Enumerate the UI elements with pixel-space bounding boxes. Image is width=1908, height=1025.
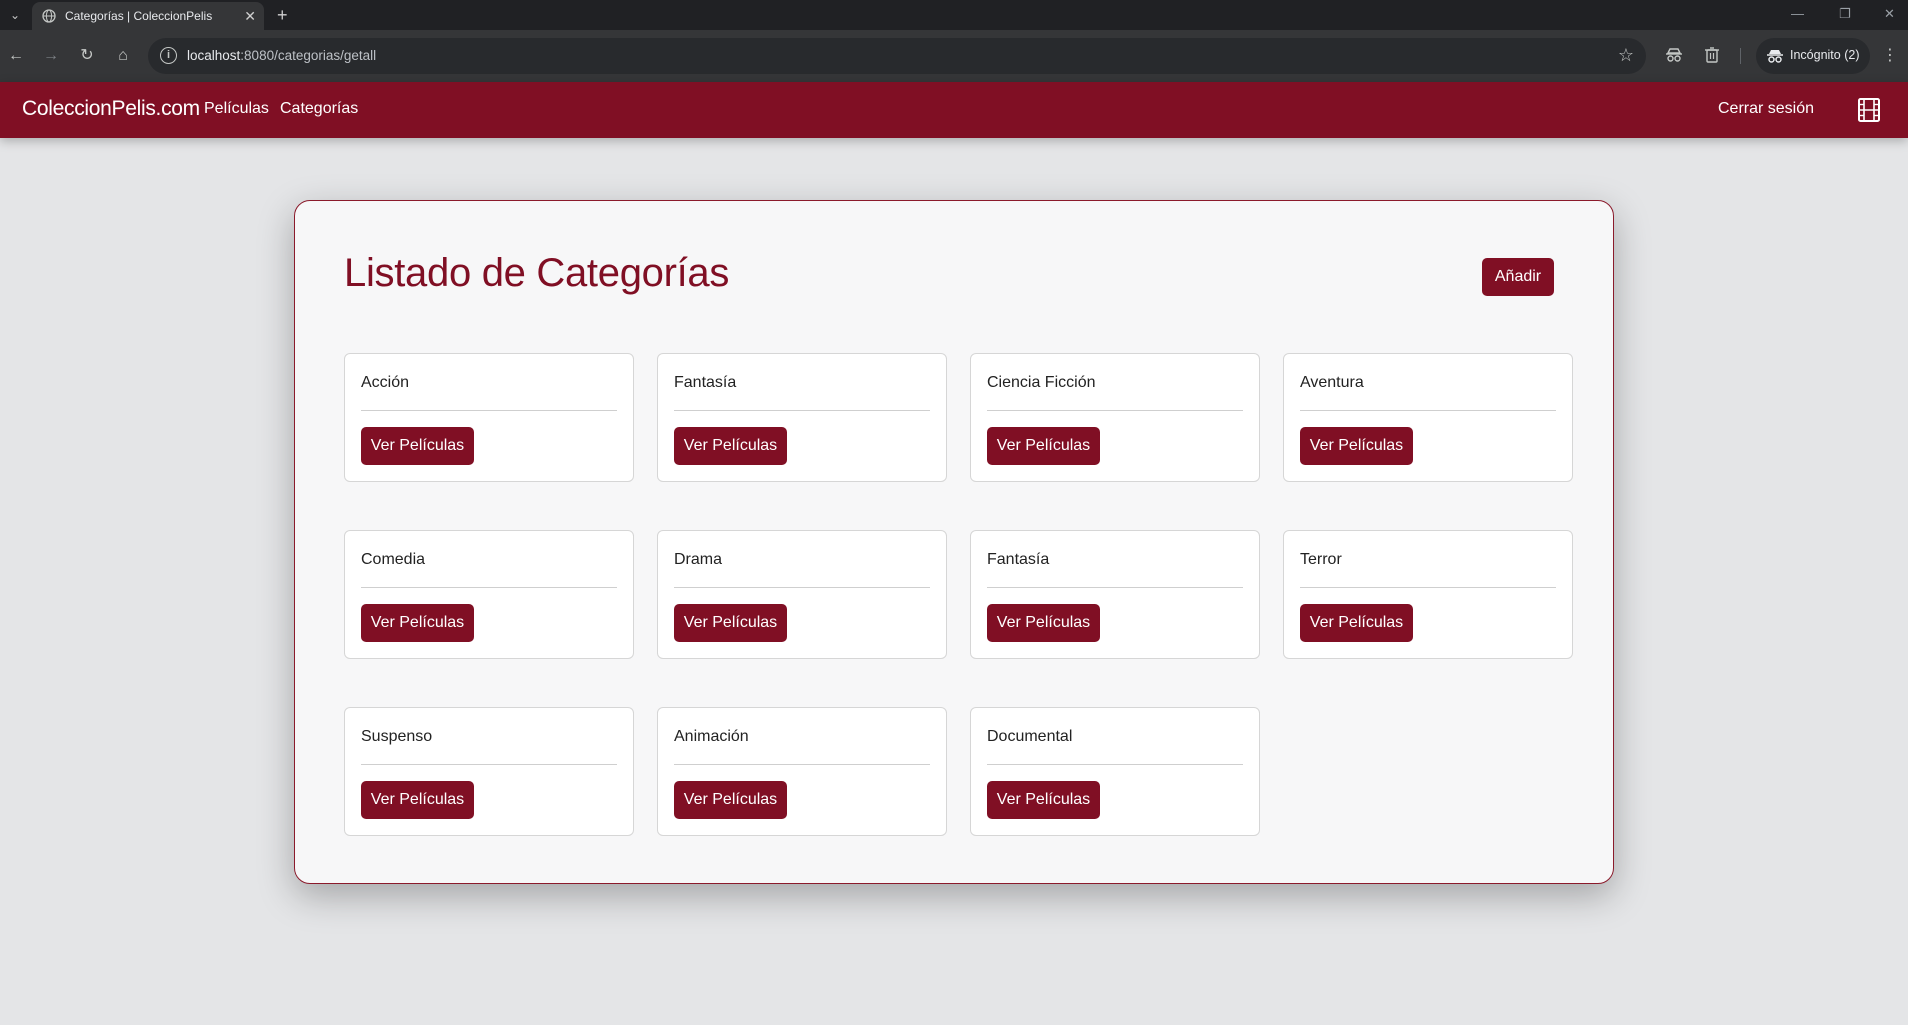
view-movies-button[interactable]: Ver Películas: [987, 427, 1100, 465]
incognito-icon: [1767, 50, 1783, 63]
card-divider: [361, 764, 617, 765]
category-name: Drama: [674, 551, 723, 568]
view-movies-button[interactable]: Ver Películas: [987, 604, 1100, 642]
category-grid: Acción Ver Películas Fantasía Ver Pelícu…: [344, 353, 1573, 836]
category-name: Fantasía: [674, 374, 737, 391]
brand-link[interactable]: ColeccionPelis.com: [22, 97, 200, 121]
card-divider: [1300, 410, 1556, 411]
address-bar[interactable]: i localhost:8080/categorias/getall ☆: [148, 38, 1646, 74]
more-menu-icon[interactable]: ⋮: [1882, 46, 1898, 66]
spy-icon: [1666, 48, 1682, 62]
category-name: Aventura: [1300, 374, 1364, 391]
card-divider: [987, 410, 1243, 411]
browser-tab-bar: ⌄ Categorías | ColeccionPelis ✕ + — ❐ ✕: [0, 0, 1908, 30]
incognito-extension-icon[interactable]: [1664, 46, 1684, 70]
category-card: Fantasía Ver Películas: [657, 353, 947, 482]
view-movies-button[interactable]: Ver Películas: [674, 781, 787, 819]
film-icon[interactable]: [1858, 98, 1880, 122]
category-name: Comedia: [361, 551, 426, 568]
category-name: Ciencia Ficción: [987, 374, 1096, 391]
category-card: Suspenso Ver Películas: [344, 707, 634, 836]
window-close-icon[interactable]: ✕: [1884, 4, 1895, 24]
view-movies-button[interactable]: Ver Películas: [361, 427, 474, 465]
category-card: Comedia Ver Películas: [344, 530, 634, 659]
app-navbar: ColeccionPelis.com Películas Categorías …: [0, 82, 1908, 138]
category-card: Ciencia Ficción Ver Películas: [970, 353, 1260, 482]
incognito-profile-button[interactable]: Incógnito (2): [1756, 38, 1870, 74]
category-card: Fantasía Ver Películas: [970, 530, 1260, 659]
view-movies-button[interactable]: Ver Películas: [674, 427, 787, 465]
category-card: Documental Ver Películas: [970, 707, 1260, 836]
category-name: Animación: [674, 728, 749, 745]
view-movies-button[interactable]: Ver Películas: [361, 781, 474, 819]
tab-title: Categorías | ColeccionPelis: [65, 9, 213, 23]
back-arrow-icon[interactable]: ←: [6, 46, 26, 66]
view-movies-button[interactable]: Ver Películas: [361, 604, 474, 642]
browser-toolbar: ← → ↻ ⌂ i localhost:8080/categorias/geta…: [0, 30, 1908, 82]
category-name: Documental: [987, 728, 1073, 745]
new-tab-plus-icon[interactable]: +: [277, 3, 288, 27]
card-divider: [674, 764, 930, 765]
card-divider: [674, 587, 930, 588]
card-divider: [1300, 587, 1556, 588]
card-divider: [361, 410, 617, 411]
categories-panel: Listado de Categorías Añadir Acción Ver …: [294, 200, 1614, 884]
category-card: Aventura Ver Películas: [1283, 353, 1573, 482]
browser-tab[interactable]: Categorías | ColeccionPelis ✕: [32, 2, 264, 30]
globe-icon: [42, 9, 56, 23]
category-card: Acción Ver Películas: [344, 353, 634, 482]
page-title: Listado de Categorías: [344, 251, 730, 295]
home-icon[interactable]: ⌂: [113, 46, 133, 66]
restore-icon[interactable]: ❐: [1839, 4, 1851, 24]
incognito-label: Incógnito (2): [1790, 48, 1860, 62]
view-movies-button[interactable]: Ver Películas: [1300, 427, 1413, 465]
toolbar-divider: [1740, 48, 1741, 64]
minimize-icon[interactable]: —: [1791, 4, 1804, 24]
bookmark-star-icon[interactable]: ☆: [1618, 45, 1634, 65]
category-card: Terror Ver Películas: [1283, 530, 1573, 659]
category-card: Animación Ver Películas: [657, 707, 947, 836]
url-text[interactable]: localhost:8080/categorias/getall: [187, 48, 376, 63]
url-host: localhost: [187, 48, 241, 63]
trash-icon[interactable]: [1702, 46, 1722, 70]
reload-icon[interactable]: ↻: [77, 46, 97, 66]
view-movies-button[interactable]: Ver Películas: [1300, 604, 1413, 642]
nav-link-peliculas[interactable]: Películas: [204, 100, 269, 118]
category-name: Suspenso: [361, 728, 433, 745]
url-path: :8080/categorias/getall: [240, 48, 377, 63]
add-category-button[interactable]: Añadir: [1482, 258, 1554, 296]
site-info-icon[interactable]: i: [160, 47, 177, 64]
tab-search-chevron-icon[interactable]: ⌄: [4, 5, 26, 25]
view-movies-button[interactable]: Ver Películas: [987, 781, 1100, 819]
close-icon[interactable]: ✕: [244, 6, 256, 26]
forward-arrow-icon[interactable]: →: [41, 46, 61, 66]
trash-svg: [1705, 47, 1719, 63]
category-name: Acción: [361, 374, 410, 391]
category-name: Fantasía: [987, 551, 1050, 568]
card-divider: [987, 764, 1243, 765]
card-divider: [987, 587, 1243, 588]
view-movies-button[interactable]: Ver Películas: [674, 604, 787, 642]
card-divider: [674, 410, 930, 411]
card-divider: [361, 587, 617, 588]
category-card: Drama Ver Películas: [657, 530, 947, 659]
category-name: Terror: [1300, 551, 1342, 568]
logout-link[interactable]: Cerrar sesión: [1718, 100, 1814, 118]
nav-link-categorias[interactable]: Categorías: [280, 100, 358, 118]
